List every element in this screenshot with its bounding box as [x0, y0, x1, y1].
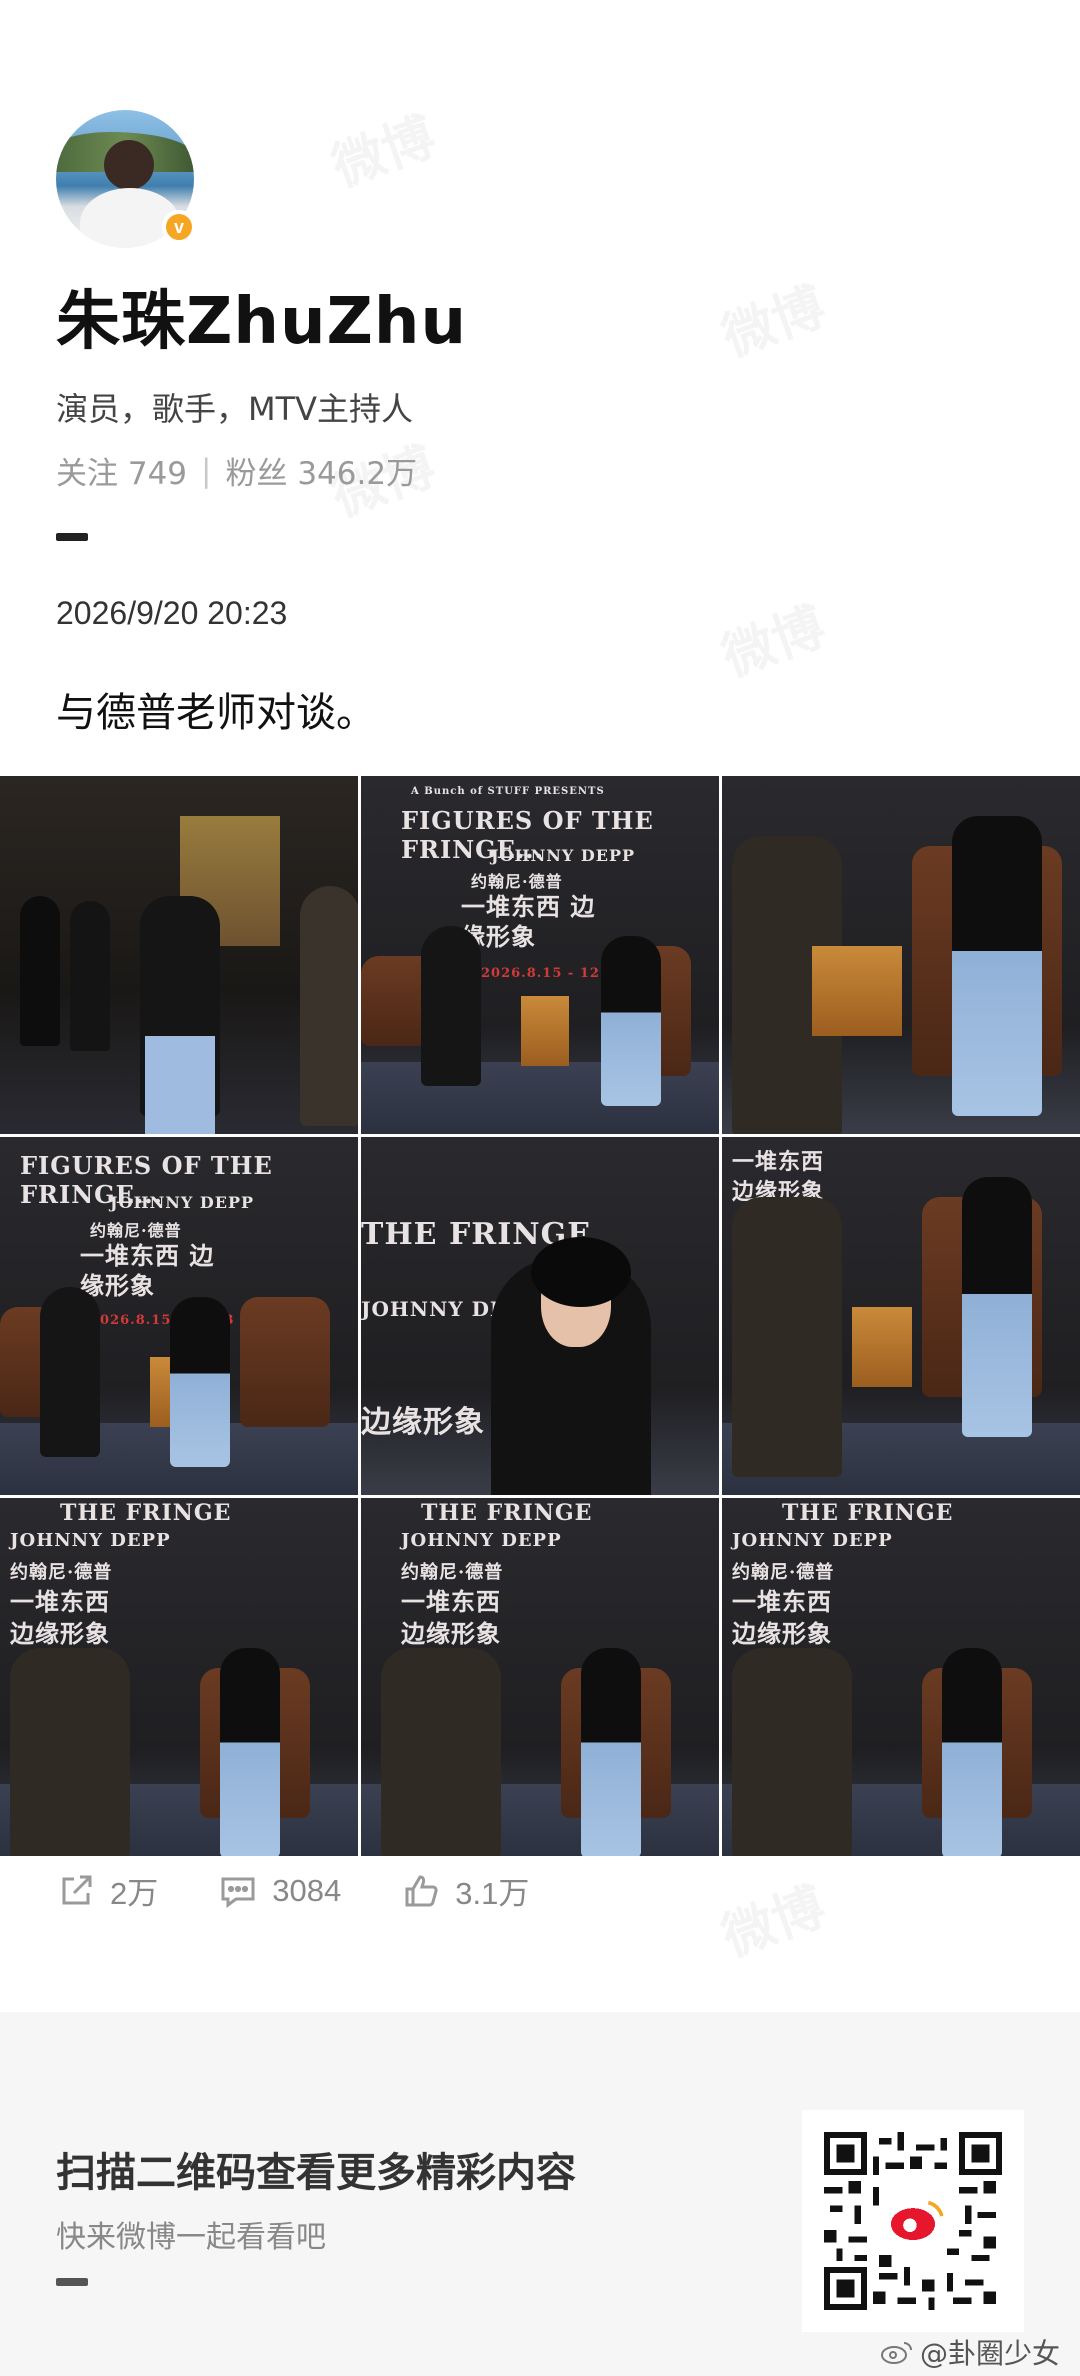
- post-photo-1[interactable]: [0, 776, 358, 1134]
- poster-top-text: A Bunch of STUFF PRESENTS: [411, 786, 605, 797]
- credit-watermark: @卦圈少女: [880, 2332, 1060, 2372]
- poster-cn-title: 一堆东西 边缘形象: [461, 892, 596, 951]
- poster-cn-title: 一堆东西 边缘形象: [401, 1587, 501, 1648]
- qr-code[interactable]: [802, 2110, 1024, 2332]
- post-photo-5[interactable]: THE FRINGE JOHNNY DEPP 边缘形象: [361, 1137, 719, 1495]
- comment-button[interactable]: 3084: [218, 1871, 341, 1911]
- weibo-watermark: 微博: [710, 1864, 833, 1970]
- profile-bio: 演员，歌手，MTV主持人: [56, 390, 414, 428]
- share-icon: [62, 1875, 92, 1904]
- photo-grid: A Bunch of STUFF PRESENTS FIGURES OF THE…: [0, 776, 1080, 1856]
- poster-cn-name: 约翰尼·德普: [732, 1562, 835, 1583]
- poster-cn-name: 约翰尼·德普: [10, 1562, 113, 1583]
- footer-title: 扫描二维码查看更多精彩内容: [56, 2150, 576, 2196]
- poster-name: JOHNNY DEPP: [732, 1530, 893, 1551]
- footer-subtitle: 快来微博一起看看吧: [56, 2220, 326, 2255]
- post-photo-6[interactable]: 一堆东西 边缘形象: [722, 1137, 1080, 1495]
- share-count: 2万: [110, 1876, 159, 1911]
- qr-code-icon: [824, 2132, 1002, 2310]
- poster-name: JOHNNY DEPP: [10, 1530, 171, 1551]
- poster-name: JOHNNY DEPP: [401, 1530, 562, 1551]
- poster-name: JOHNNY DEPP: [491, 846, 635, 865]
- profile-stats: 关注 749 | 粉丝 346.2万: [56, 448, 1024, 493]
- poster-cn-title: 一堆东西 边缘形象: [10, 1587, 110, 1648]
- post-photo-3[interactable]: [722, 776, 1080, 1134]
- qr-promo-footer: 扫描二维码查看更多精彩内容 快来微博一起看看吧 @卦圈少女: [0, 2012, 1080, 2376]
- poster-cn-title: 一堆东西 边缘形象: [732, 1587, 832, 1648]
- avatar-container[interactable]: v: [56, 110, 196, 248]
- verified-badge-icon: v: [162, 210, 196, 244]
- profile-name[interactable]: 朱珠ZhuZhu: [56, 270, 1024, 362]
- thumbs-up-icon: [405, 1874, 438, 1906]
- post-text: 与德普老师对谈。: [56, 690, 376, 736]
- footer-dash: [56, 2278, 88, 2286]
- post-photo-4[interactable]: FIGURES OF THE FRINGE... JOHNNY DEPP 约翰尼…: [0, 1137, 358, 1495]
- following-count[interactable]: 关注 749: [56, 448, 187, 493]
- poster-cn-title: 一堆东西 边缘形象: [80, 1241, 215, 1300]
- poster-cn-name: 约翰尼·德普: [471, 872, 563, 891]
- post-photo-8[interactable]: THE FRINGE JOHNNY DEPP 约翰尼·德普 一堆东西 边缘形象: [361, 1498, 719, 1856]
- comment-count: 3084: [272, 1872, 342, 1908]
- like-count: 3.1万: [455, 1876, 530, 1911]
- divider-dash: [56, 533, 88, 541]
- poster-name: JOHNNY DEPP: [110, 1193, 254, 1212]
- post-timestamp: 2026/9/20 20:23: [56, 595, 288, 631]
- followers-count[interactable]: 粉丝 346.2万: [225, 448, 417, 493]
- profile-section: v 朱珠ZhuZhu 演员，歌手，MTV主持人 关注 749 | 粉丝 346.…: [56, 110, 1024, 738]
- comment-icon: [221, 1877, 255, 1908]
- poster-cn-name: 约翰尼·德普: [90, 1221, 182, 1240]
- share-button[interactable]: 2万: [56, 1868, 158, 1913]
- like-button[interactable]: 3.1万: [401, 1868, 529, 1913]
- post-photo-2[interactable]: A Bunch of STUFF PRESENTS FIGURES OF THE…: [361, 776, 719, 1134]
- poster-cn-name: 约翰尼·德普: [401, 1562, 504, 1583]
- post-actions-bar: 2万 3084 3.1万: [56, 1868, 529, 1913]
- post-photo-9[interactable]: THE FRINGE JOHNNY DEPP 约翰尼·德普 一堆东西 边缘形象: [722, 1498, 1080, 1856]
- stats-divider: |: [201, 452, 212, 489]
- credit-text: @卦圈少女: [919, 2337, 1060, 2370]
- post-photo-7[interactable]: THE FRINGE JOHNNY DEPP 约翰尼·德普 一堆东西 边缘形象: [0, 1498, 358, 1856]
- weibo-logo-icon: [880, 2342, 912, 2364]
